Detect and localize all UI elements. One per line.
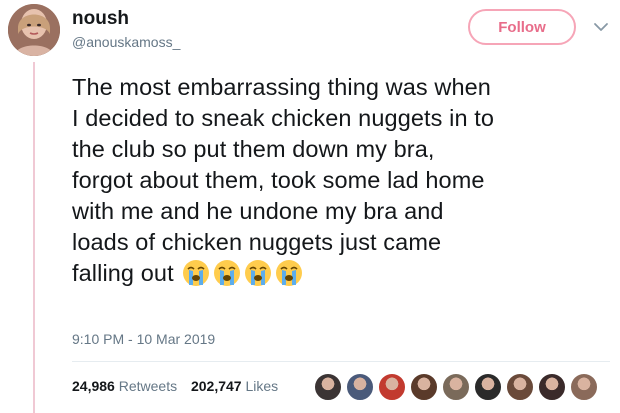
divider (72, 361, 610, 362)
liker-avatars (314, 373, 602, 401)
liker-avatar[interactable] (314, 373, 342, 401)
chevron-down-icon[interactable] (592, 18, 610, 36)
loudly-crying-face-icon (181, 258, 211, 288)
follow-button[interactable]: Follow (468, 9, 576, 45)
liker-avatar[interactable] (378, 373, 406, 401)
liker-avatar[interactable] (346, 373, 374, 401)
tweet-line: I decided to sneak chicken nuggets in to (72, 105, 495, 131)
loudly-crying-face-icon (274, 258, 304, 288)
loudly-crying-face-icon (212, 258, 242, 288)
liker-avatar[interactable] (474, 373, 502, 401)
retweets-stat[interactable]: 24,986 Retweets (72, 378, 177, 394)
liker-avatar[interactable] (570, 373, 598, 401)
liker-avatar[interactable] (506, 373, 534, 401)
engagement-stats: 24,986 Retweets 202,747 Likes (72, 378, 278, 394)
tweet-line: The most embarrassing thing was when (72, 74, 491, 100)
avatar[interactable] (8, 4, 60, 56)
liker-avatar[interactable] (442, 373, 470, 401)
loudly-crying-face-icon (243, 258, 273, 288)
liker-avatar[interactable] (410, 373, 438, 401)
tweet-line: the club so put them down my bra, (72, 136, 435, 162)
tweet-card: noush @anouskamoss_ Follow The most emba… (0, 0, 620, 413)
tweet-line: loads of chicken nuggets just came (72, 229, 442, 255)
tweet-line: falling out (72, 260, 174, 286)
retweets-label: Retweets (118, 378, 178, 394)
tweet-last-line: falling out (72, 258, 610, 289)
likes-count: 202,747 (190, 378, 242, 394)
tweet-line: forgot about them, took some lad home (72, 167, 485, 193)
tweet-text: The most embarrassing thing was when I d… (72, 72, 610, 289)
liker-avatar[interactable] (538, 373, 566, 401)
likes-stat[interactable]: 202,747 Likes (191, 378, 278, 394)
avatar-image (8, 4, 60, 56)
tweet-line: with me and he undone my bra and (72, 198, 444, 224)
user-handle[interactable]: @anouskamoss_ (72, 34, 180, 50)
thread-line (33, 62, 35, 413)
retweets-count: 24,986 (72, 378, 115, 394)
user-display-name[interactable]: noush (72, 8, 129, 30)
tweet-timestamp[interactable]: 9:10 PM - 10 Mar 2019 (72, 331, 215, 347)
likes-label: Likes (245, 378, 279, 394)
